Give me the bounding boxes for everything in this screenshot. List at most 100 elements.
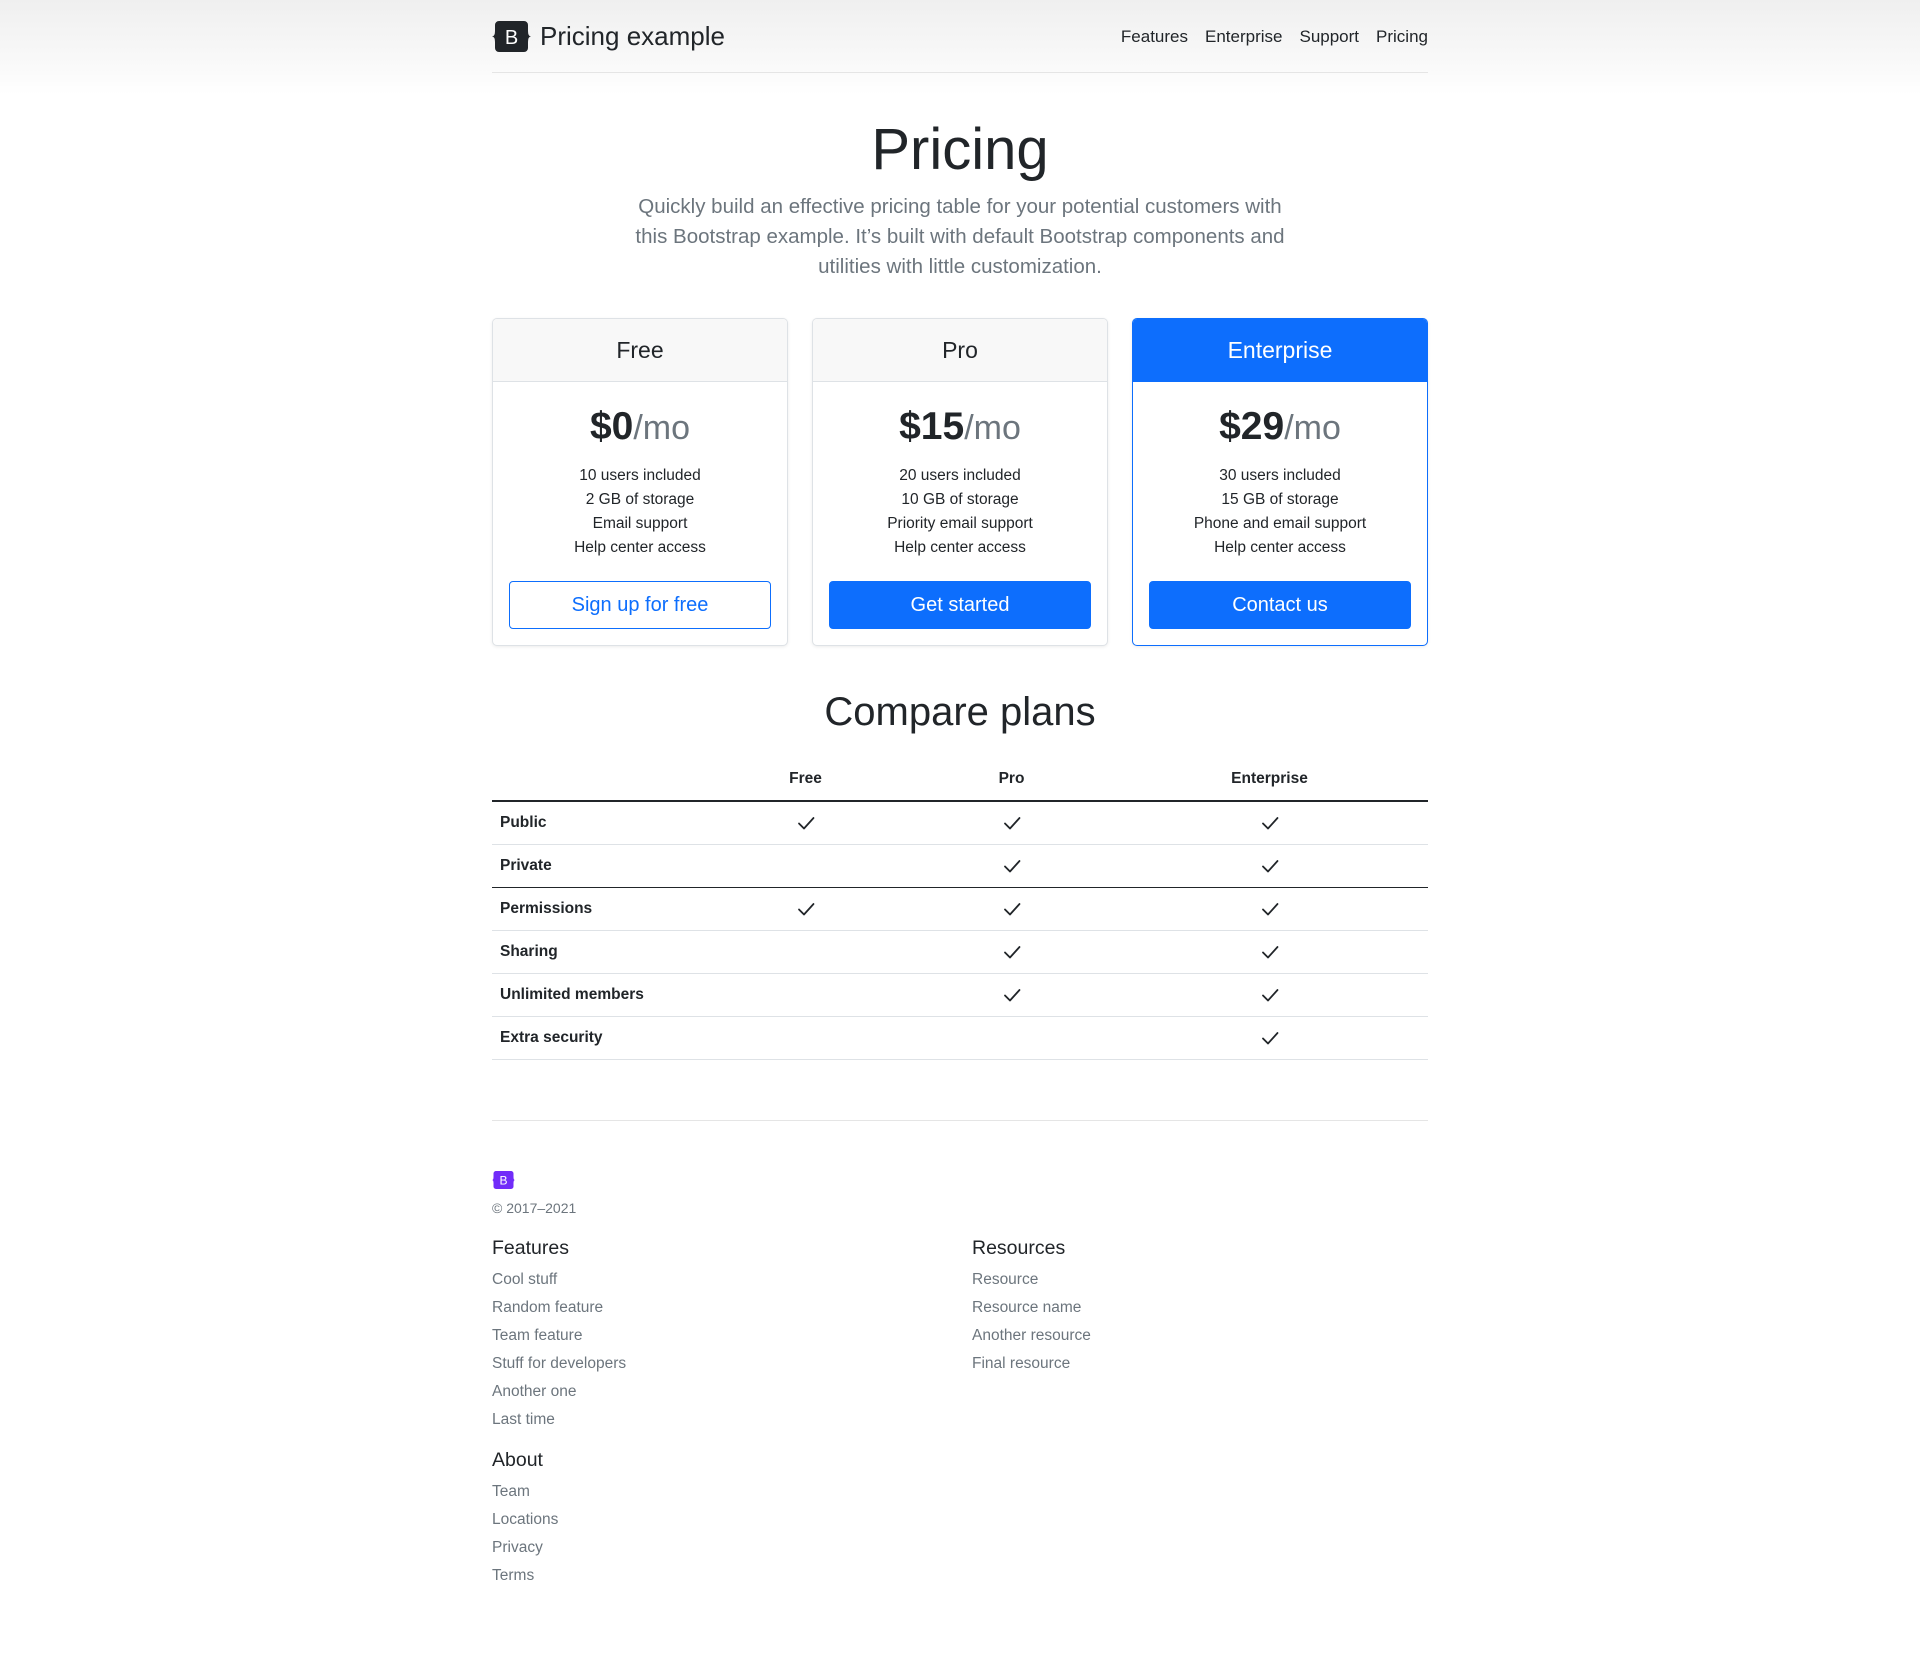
- footer-link[interactable]: Last time: [492, 1411, 555, 1428]
- footer-link[interactable]: Another resource: [972, 1327, 1091, 1344]
- table-row: Permissions: [492, 887, 1428, 931]
- cell-enterprise: [1111, 930, 1428, 974]
- row-label: Public: [492, 801, 699, 845]
- check-icon: [1261, 903, 1278, 916]
- plan-feature: Help center access: [574, 539, 706, 556]
- nav-link-support[interactable]: Support: [1299, 27, 1359, 47]
- contact-us-button[interactable]: Contact us: [1149, 581, 1411, 629]
- plan-feature: Email support: [592, 515, 688, 532]
- brand-link[interactable]: B Pricing example: [492, 19, 725, 54]
- plan-features: 30 users included 15 GB of storage Phone…: [1133, 464, 1427, 560]
- nav-link-enterprise[interactable]: Enterprise: [1205, 27, 1282, 47]
- cell-free: [699, 1016, 912, 1060]
- row-label: Private: [492, 844, 699, 888]
- check-icon: [1261, 1032, 1278, 1045]
- footer-resources-column: Resources Resource Resource name Another…: [972, 1235, 1091, 1378]
- plan-name: Enterprise: [1133, 319, 1427, 382]
- footer-link[interactable]: Privacy: [492, 1539, 543, 1556]
- footer-heading: Features: [492, 1237, 569, 1259]
- plan-feature: 30 users included: [1219, 467, 1341, 484]
- check-icon: [797, 817, 814, 830]
- footer-features-column: Features Cool stuff Random feature Team …: [492, 1235, 626, 1434]
- site-header: B Pricing example Features Enterprise Su…: [492, 0, 1428, 73]
- check-icon: [1261, 860, 1278, 873]
- page-title: Pricing: [871, 117, 1049, 182]
- cell-free: [699, 887, 912, 931]
- cell-pro: [912, 801, 1111, 845]
- footer-link[interactable]: Terms: [492, 1567, 534, 1584]
- plan-price: $0/mo: [493, 402, 787, 452]
- check-icon: [1003, 817, 1020, 830]
- footer-link[interactable]: Resource name: [972, 1299, 1081, 1316]
- footer-link[interactable]: Stuff for developers: [492, 1355, 626, 1372]
- pricing-cards: Free $0/mo 10 users included 2 GB of sto…: [492, 318, 1428, 646]
- plan-features: 20 users included 10 GB of storage Prior…: [813, 464, 1107, 560]
- plan-name: Free: [493, 319, 787, 382]
- footer-heading: Resources: [972, 1237, 1066, 1259]
- cell-enterprise: [1111, 801, 1428, 845]
- compare-header-empty: [492, 758, 699, 802]
- footer-link[interactable]: Resource: [972, 1271, 1038, 1288]
- plan-feature: Help center access: [894, 539, 1026, 556]
- plan-features: 10 users included 2 GB of storage Email …: [493, 464, 787, 560]
- svg-text:B: B: [499, 1174, 507, 1188]
- brand-name: Pricing example: [540, 21, 725, 51]
- row-label: Unlimited members: [492, 973, 699, 1017]
- compare-header-enterprise: Enterprise: [1111, 758, 1428, 802]
- compare-header-free: Free: [699, 758, 912, 802]
- plan-price: $29/mo: [1133, 402, 1427, 452]
- table-row: Public: [492, 801, 1428, 845]
- footer-link[interactable]: Team: [492, 1483, 530, 1500]
- plan-name: Pro: [813, 319, 1107, 382]
- cell-enterprise: [1111, 887, 1428, 931]
- price-amount: $15: [899, 405, 965, 448]
- row-label: Permissions: [492, 887, 699, 931]
- plan-card-free: Free $0/mo 10 users included 2 GB of sto…: [492, 318, 788, 646]
- cell-enterprise: [1111, 1016, 1428, 1060]
- row-label: Sharing: [492, 930, 699, 974]
- plan-feature: 10 users included: [579, 467, 701, 484]
- footer-link[interactable]: Team feature: [492, 1327, 582, 1344]
- plan-feature: 2 GB of storage: [585, 491, 695, 508]
- cell-free: [699, 801, 912, 845]
- nav-link-features[interactable]: Features: [1121, 27, 1188, 47]
- footer-link[interactable]: Another one: [492, 1383, 576, 1400]
- compare-header-pro: Pro: [912, 758, 1111, 802]
- cell-free: [699, 930, 912, 974]
- footer-about-column: About Team Locations Privacy Terms: [492, 1447, 558, 1590]
- footer-link[interactable]: Locations: [492, 1511, 558, 1528]
- check-icon: [1003, 903, 1020, 916]
- price-period: /mo: [633, 409, 691, 447]
- price-period: /mo: [1284, 409, 1341, 447]
- hero-lead: Quickly build an effective pricing table…: [635, 195, 1285, 278]
- check-icon: [1261, 946, 1278, 959]
- table-row: Sharing: [492, 930, 1428, 974]
- plan-feature: Help center access: [1214, 539, 1346, 556]
- bootstrap-logo-icon: B: [492, 1171, 515, 1189]
- cell-free: [699, 973, 912, 1017]
- footer-link[interactable]: Cool stuff: [492, 1271, 557, 1288]
- svg-text:B: B: [505, 27, 518, 49]
- get-started-button[interactable]: Get started: [829, 581, 1091, 629]
- site-footer: B © 2017–2021 Features Cool stuff Random…: [492, 1120, 1428, 1621]
- check-icon: [1261, 817, 1278, 830]
- plan-feature: 15 GB of storage: [1221, 491, 1339, 508]
- sign-up-button[interactable]: Sign up for free: [509, 581, 771, 629]
- footer-heading: About: [492, 1449, 543, 1471]
- cell-pro: [912, 844, 1111, 888]
- plan-price: $15/mo: [813, 402, 1107, 452]
- plan-feature: 10 GB of storage: [901, 491, 1019, 508]
- check-icon: [1003, 860, 1020, 873]
- plan-feature: Priority email support: [887, 515, 1033, 532]
- table-row: Unlimited members: [492, 973, 1428, 1017]
- price-period: /mo: [964, 409, 1021, 447]
- footer-link[interactable]: Final resource: [972, 1355, 1070, 1372]
- cell-enterprise: [1111, 844, 1428, 888]
- price-amount: $29: [1219, 405, 1285, 448]
- cell-pro: [912, 1016, 1111, 1060]
- nav-link-pricing[interactable]: Pricing: [1376, 27, 1428, 47]
- footer-link[interactable]: Random feature: [492, 1299, 603, 1316]
- row-label: Extra security: [492, 1016, 699, 1060]
- check-icon: [1003, 946, 1020, 959]
- cell-pro: [912, 930, 1111, 974]
